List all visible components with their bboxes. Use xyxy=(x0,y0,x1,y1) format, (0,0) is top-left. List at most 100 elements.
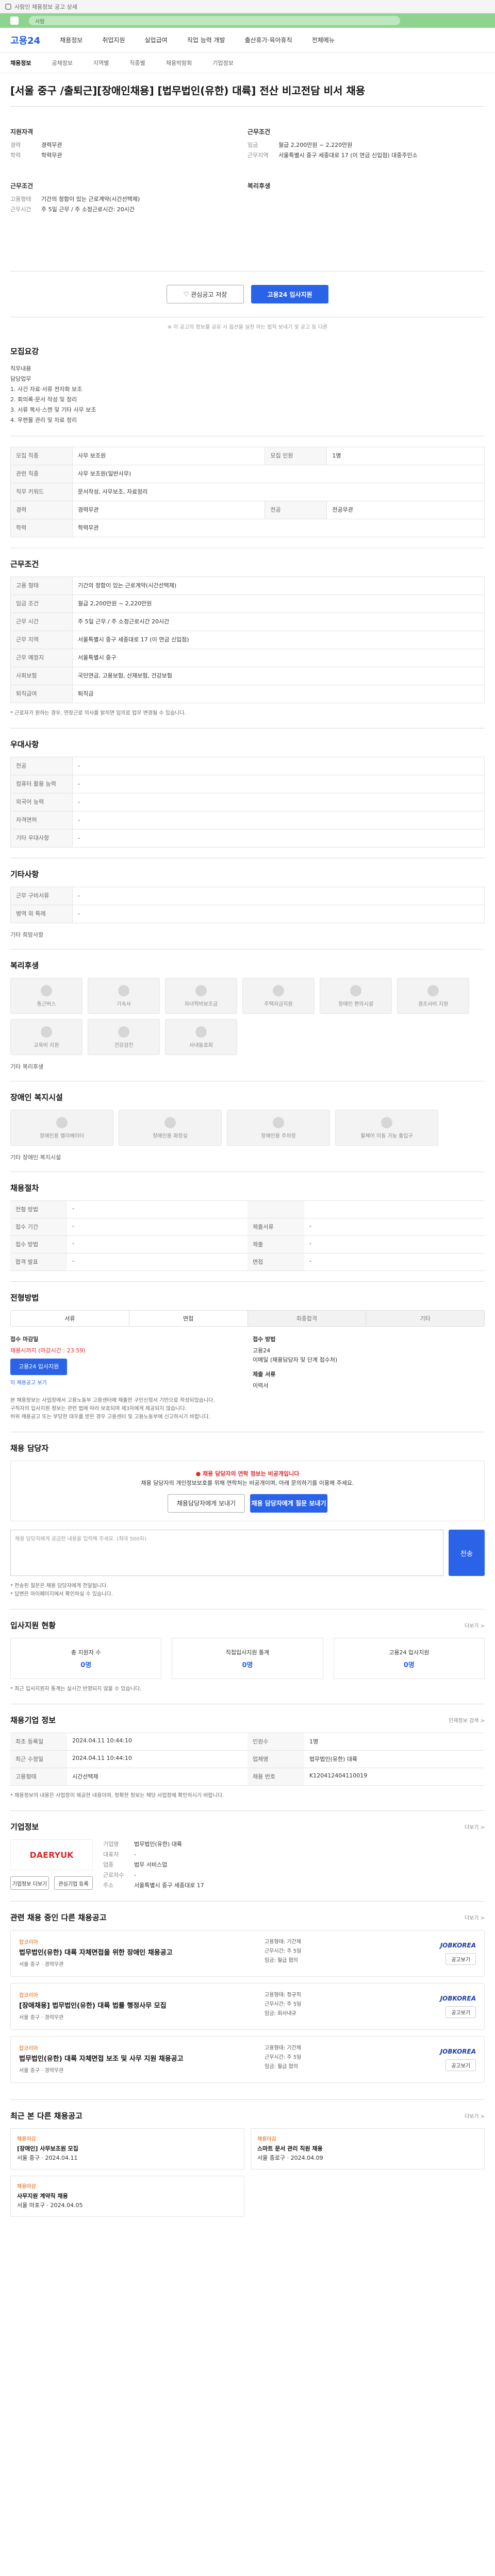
sub-nav-fair[interactable]: 채용박람회 xyxy=(166,59,192,67)
view-job-button[interactable]: 공고보기 xyxy=(446,2006,476,2018)
job-card-title[interactable]: [장애채용] 법무법인(유한) 대륙 법률 행정사무 모집 xyxy=(19,2002,265,2011)
gnb-item-support[interactable]: 취업지원 xyxy=(102,36,125,44)
welfare-label: 기숙사 xyxy=(117,1001,131,1007)
section-conditions: 근무조건 고용 형태 기간의 정함이 있는 근로계약(시간선택제) 임금 조건 월급… xyxy=(10,548,485,728)
recent-job-card[interactable]: 채용마감 사무지원 계약직 채용 서울 마포구 · 2024.04.05 xyxy=(10,2176,244,2217)
job-card-detail: 고용형태: 기간제 근무시간: 주 5일 임금: 월급 협의 xyxy=(265,2045,302,2070)
recent-job-card[interactable]: 채용마감 [장애인] 사무보조원 모집 서울 중구 · 2024.04.11 xyxy=(10,2128,244,2170)
table-key: 고용 형태 xyxy=(10,577,73,595)
job-card-tag: 잡코리아 xyxy=(19,1940,38,1945)
contact-send-button[interactable]: 채용담당자에게 보내기 xyxy=(168,1494,245,1513)
job-card-detail: 고용형태: 정규직 근무시간: 주 5일 임금: 회사내규 xyxy=(265,1992,302,2016)
receive-heading: 제출 서류 xyxy=(253,1371,276,1378)
sub-nav-jobs[interactable]: 채용정보 xyxy=(10,59,31,67)
grid-key: 제출 xyxy=(248,1236,304,1253)
gnb-item-jobs[interactable]: 채용정보 xyxy=(60,36,82,44)
table-row: 외국어 능력 - xyxy=(10,793,485,811)
browser-address[interactable]: 사람인 채용정보 공고 상세 xyxy=(14,3,77,11)
company-key: 대표자 xyxy=(103,1851,119,1858)
table-row: 모집 직종 사무 보조원 모집 인원 1명 xyxy=(10,447,485,465)
gnb-item-all[interactable]: 전체메뉴 xyxy=(312,36,335,44)
table-value: 서울특별시 중구 세종대로 17 (이 연금 신입점) xyxy=(72,631,485,649)
summary-value: 서울특별시 중구 세종대로 17 (이 연금 신입점) 대중주민소 xyxy=(278,152,418,159)
section-heading: 우대사항 xyxy=(10,740,39,749)
view-posting-link[interactable]: 이 채용공고 보기 xyxy=(10,1380,47,1386)
summary-heading: 근무조건 xyxy=(10,182,34,190)
save-job-button[interactable]: ♡ 관심공고 저장 xyxy=(167,285,244,303)
table-value: 학력무관 xyxy=(72,519,485,537)
view-job-button[interactable]: 공고보기 xyxy=(446,2059,476,2071)
active-tab[interactable]: 사람 xyxy=(29,16,400,25)
job-card-detail: 고용형태: 기간제 근무시간: 주 5일 임금: 월급 협의 xyxy=(265,1939,302,1963)
receive-info: 접수 마감일 채용시까지 (마감시간 : 23:59) 고용24 입사지원 이 … xyxy=(10,1327,485,1391)
table-value: 사무 보조원(일반사무) xyxy=(72,465,485,483)
grid-key: 채용 번호 xyxy=(248,1768,304,1786)
disability-item: 휠체어 이동 가능 출입구 xyxy=(335,1110,438,1146)
table-value: 1명 xyxy=(326,447,485,465)
recent-more-link[interactable]: 더보기 > xyxy=(465,2112,485,2120)
view-job-button[interactable]: 공고보기 xyxy=(446,1953,476,1965)
welfare-label: 통근버스 xyxy=(37,1001,56,1007)
related-job-card[interactable]: 잡코리아 법무법인(유한) 대륙 자체면접을 위한 장애인 채용공고 서울 중구… xyxy=(10,1930,485,1977)
summary-row: 학력 학력무관 xyxy=(10,150,237,161)
table-key: 기타 우대사항 xyxy=(10,829,73,848)
recent-job-card[interactable]: 채용마감 스마트 문서 관리 직원 채용 서울 종로구 · 2024.04.09 xyxy=(251,2128,485,2170)
receive-heading: 접수 마감일 xyxy=(10,1336,39,1343)
table-row: 사회보험 국민연금, 고용보험, 산재보험, 건강보험 xyxy=(10,667,485,685)
question-send-button[interactable]: 전송 xyxy=(449,1530,485,1576)
gnb-item-training[interactable]: 직업 능력 개발 xyxy=(187,36,225,44)
apply-button-secondary[interactable]: 고용24 입사지원 xyxy=(10,1359,68,1375)
gift-icon xyxy=(427,985,439,996)
step-item: 서류 xyxy=(11,1311,129,1326)
company-info-button[interactable]: 기업정보 더보기 xyxy=(10,1876,49,1890)
sub-nav-region[interactable]: 지역별 xyxy=(93,59,109,67)
summary-key: 근무지역 xyxy=(248,152,269,159)
grid-value: - xyxy=(67,1218,248,1236)
gnb-item-benefit[interactable]: 실업급여 xyxy=(145,36,168,44)
conditions-note: * 근로자가 원하는 경우, 연장근로 의사를 밝히면 임의로 업무 변경될 수… xyxy=(10,710,186,716)
gnb-item-leave[interactable]: 출산휴가·육아휴직 xyxy=(245,36,292,44)
recent-title[interactable]: 스마트 문서 관리 직원 채용 xyxy=(257,2144,478,2154)
company-row: 기업명 법무법인(유한) 대륙 xyxy=(103,1839,485,1850)
recent-title[interactable]: [장애인] 사무보조원 모집 xyxy=(17,2144,238,2154)
related-job-card[interactable]: 잡코리아 [장애채용] 법무법인(유한) 대륙 법률 행정사무 모집 서울 중구… xyxy=(10,1983,485,2030)
contact-buttons: 채용담당자에게 보내기 채용 담당자에게 질문 보내기 xyxy=(19,1494,476,1513)
welfare-item: 사내동호회 xyxy=(165,1019,237,1055)
related-job-card[interactable]: 잡코리아 법무법인(유한) 대륙 자체면접 보조 및 사무 지원 채용공고 서울… xyxy=(10,2036,485,2083)
section-heading: 최근 본 다른 채용공고 xyxy=(10,2111,82,2121)
company-value: 법무 서비스업 xyxy=(134,1861,168,1868)
save-job-label: 관심공고 저장 xyxy=(191,291,227,298)
documents-value: 이력서 xyxy=(253,1382,269,1389)
summary-value: 주 5일 근무 / 주 소정근로시간: 20시간 xyxy=(41,206,135,213)
site-logo[interactable]: 고용24 xyxy=(10,33,40,47)
job-card-title[interactable]: 법무법인(유한) 대륙 자체면접을 위한 장애인 채용공고 xyxy=(19,1948,265,1958)
summary-row: 고용형태 기간의 정함이 있는 근로계약(시간선택제) xyxy=(10,194,237,205)
favorite-company-button[interactable]: 관심기업 등록 xyxy=(54,1876,93,1890)
step-item: 최종합격 xyxy=(248,1311,367,1326)
company-more-link[interactable]: 더보기 > xyxy=(465,1823,485,1831)
company-logo: DAERYUK xyxy=(10,1839,93,1870)
grid-value: 1명 xyxy=(304,1733,485,1751)
disability-grid: 장애인용 엘리베이터 장애인용 화장실 장애인용 주차장 휠체어 이동 가능 출… xyxy=(10,1110,485,1146)
apply-button[interactable]: 고용24 입사지원 xyxy=(251,285,328,303)
status-more-link[interactable]: 더보기 > xyxy=(465,1621,485,1629)
table-row: 관련 직종 사무 보조원(일반사무) xyxy=(10,465,485,483)
share-note: ※ 이 공고의 정보를 공유 시 옵션을 실천 하는 법칙 보내기 및 공고 등… xyxy=(167,325,328,330)
related-more-link[interactable]: 더보기 > xyxy=(465,1913,485,1921)
job-actions: ♡ 관심공고 저장 고용24 입사지원 xyxy=(10,272,485,317)
disability-item: 장애인용 화장실 xyxy=(119,1110,222,1146)
grid-value: 시간선택제 xyxy=(67,1768,248,1786)
info-more-link[interactable]: 인재정보 검색 > xyxy=(449,1716,485,1724)
sub-nav-category[interactable]: 직종별 xyxy=(129,59,145,67)
job-card-title[interactable]: 법무법인(유한) 대륙 자체면접 보조 및 사무 지원 채용공고 xyxy=(19,2055,265,2064)
contact-question-button[interactable]: 채용 담당자에게 질문 보내기 xyxy=(250,1494,327,1513)
table-value: - xyxy=(72,775,485,793)
welfare-grid: 통근버스 기숙사 자녀학비보조금 주택자금지원 장애인 편의시설 경조사비 지원… xyxy=(10,978,485,1055)
recent-title[interactable]: 사무지원 계약직 채용 xyxy=(17,2192,238,2201)
table-key: 직무 키워드 xyxy=(10,483,73,501)
sub-nav-public[interactable]: 공채정보 xyxy=(52,59,72,67)
sub-nav-company[interactable]: 기업정보 xyxy=(212,59,233,67)
section-heading: 복리후생 xyxy=(10,961,39,970)
question-input[interactable]: 채용 담당자에게 궁금한 내용을 입력해 주세요. (최대 500자) xyxy=(10,1530,443,1576)
grid-value: - xyxy=(304,1253,485,1271)
